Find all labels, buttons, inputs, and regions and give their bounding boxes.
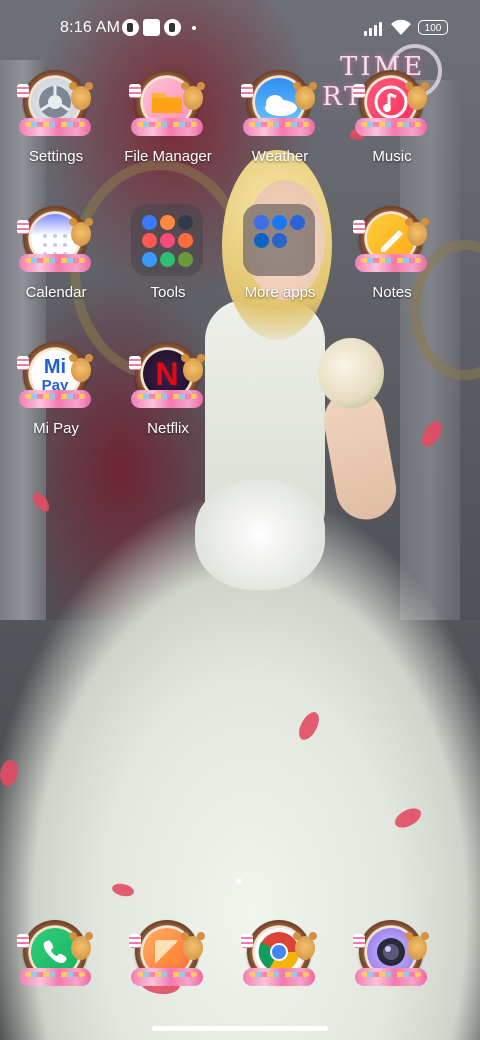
wallpaper-bow bbox=[195, 480, 325, 590]
square-notification-icon bbox=[143, 19, 160, 36]
page-dot-active bbox=[236, 878, 242, 884]
app-settings[interactable]: Settings bbox=[0, 68, 112, 188]
app-icon-frame bbox=[353, 920, 429, 994]
app-icon-frame: N bbox=[129, 342, 205, 416]
app-label: Netflix bbox=[147, 420, 189, 437]
app-icon-frame bbox=[241, 70, 317, 144]
app-icon-frame: Mi Pay bbox=[17, 342, 93, 416]
app-notes[interactable]: Notes bbox=[336, 204, 448, 324]
folder-tools[interactable]: Tools bbox=[112, 204, 224, 324]
app-calendar[interactable]: Calendar bbox=[0, 204, 112, 324]
app-icon-frame bbox=[129, 920, 205, 994]
app-icon-frame bbox=[17, 206, 93, 280]
app-icon-frame bbox=[353, 70, 429, 144]
app-mi-pay[interactable]: Mi Pay Mi Pay bbox=[0, 340, 112, 460]
status-bar: 8:16 AM 100 bbox=[0, 0, 480, 56]
app-label: Notes bbox=[372, 284, 412, 301]
home-gesture-bar[interactable] bbox=[152, 1026, 328, 1031]
status-time: 8:16 AM bbox=[60, 19, 121, 36]
folder-tools-icon bbox=[131, 204, 203, 276]
app-icon-frame bbox=[129, 70, 205, 144]
app-weather[interactable]: Weather bbox=[224, 68, 336, 188]
dock-phone[interactable] bbox=[0, 918, 112, 1038]
wallpaper-bouquet bbox=[318, 338, 384, 408]
notification-badge-icon bbox=[164, 19, 181, 36]
dock-gallery[interactable] bbox=[112, 918, 224, 1038]
app-icon-frame bbox=[353, 206, 429, 280]
dock-chrome[interactable] bbox=[224, 918, 336, 1038]
app-music[interactable]: Music bbox=[336, 68, 448, 188]
wifi-icon bbox=[391, 19, 411, 35]
page-indicator bbox=[236, 878, 244, 886]
battery-icon: 100 bbox=[418, 20, 448, 35]
app-label: Music bbox=[372, 148, 412, 165]
app-icon-frame bbox=[17, 920, 93, 994]
dot-icon bbox=[192, 26, 196, 30]
app-icon-frame bbox=[17, 70, 93, 144]
notification-badge-icon bbox=[122, 19, 139, 36]
folder-more-apps[interactable]: More apps bbox=[224, 204, 336, 324]
dock-camera[interactable] bbox=[336, 918, 448, 1038]
folder-more-apps-icon bbox=[243, 204, 315, 276]
app-netflix[interactable]: N Netflix bbox=[112, 340, 224, 460]
signal-icon bbox=[364, 21, 386, 36]
app-file-manager[interactable]: File Manager bbox=[112, 68, 224, 188]
app-icon-frame bbox=[241, 920, 317, 994]
